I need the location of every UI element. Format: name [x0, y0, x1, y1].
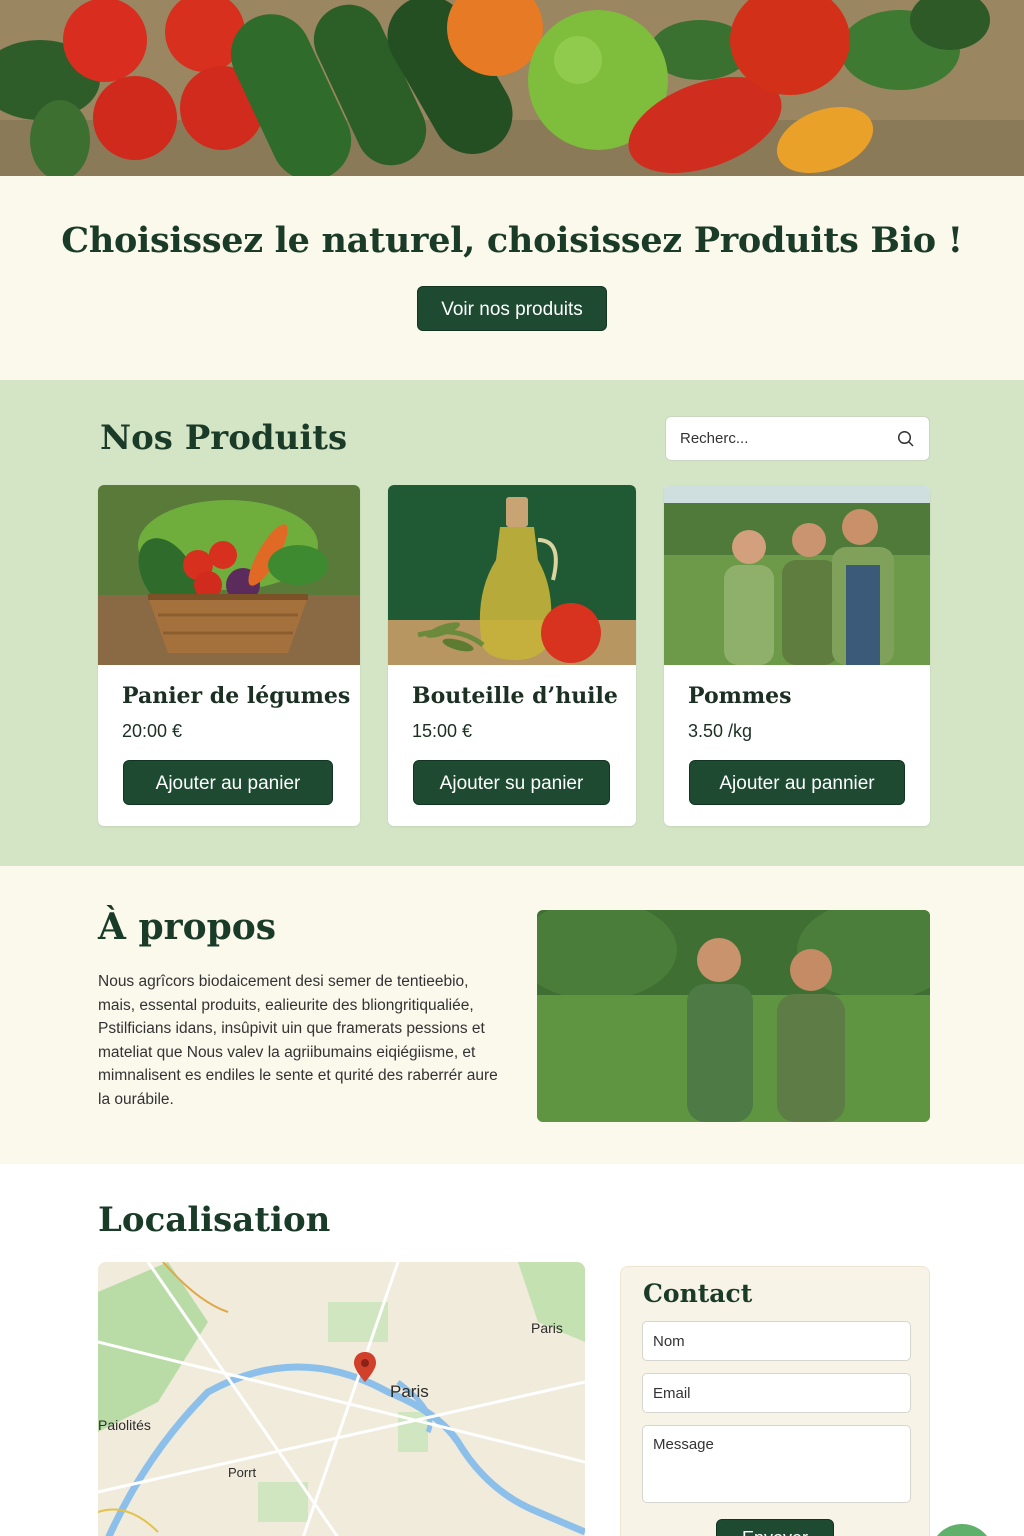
location-section: Localisation Paris Paris Paiolités Porrt… — [0, 1164, 1024, 1536]
map-pin-icon[interactable] — [354, 1352, 376, 1387]
hero-image — [0, 0, 1024, 176]
email-field[interactable] — [642, 1373, 911, 1413]
about-farmers-image — [537, 910, 930, 1122]
about-title: À propos — [98, 906, 277, 948]
product-price: 15:00 € — [412, 721, 473, 741]
product-card: Bouteille d’huile 15:00 € Ajouter su pan… — [388, 485, 636, 826]
map-label: Porrt — [228, 1465, 257, 1480]
add-to-cart-button[interactable]: Ajouter au pannier — [689, 760, 905, 805]
search-icon[interactable] — [897, 430, 915, 453]
search-box — [665, 416, 930, 461]
message-field[interactable] — [642, 1425, 911, 1503]
product-name: Panier de légumes — [122, 683, 351, 709]
map-label: Paiolités — [98, 1417, 151, 1433]
vegetable-basket-image — [98, 485, 360, 665]
contact-form: Contact Envoyer — [620, 1266, 930, 1536]
farmers-image — [664, 485, 930, 665]
search-input[interactable] — [666, 417, 866, 460]
hero-title: Choisissez le naturel, choisissez Produi… — [61, 220, 963, 261]
map[interactable]: Paris Paris Paiolités Porrt — [98, 1262, 585, 1536]
map-label: Paris — [390, 1382, 429, 1401]
product-name: Bouteille d’huile — [412, 683, 618, 709]
products-title: Nos Produits — [100, 418, 348, 458]
product-name: Pommes — [688, 683, 792, 709]
send-button[interactable]: Envoyer — [716, 1519, 834, 1536]
products-section: Nos Produits Panier — [0, 380, 1024, 866]
product-card: Pommes 3.50 /kg Ajouter au pannier — [664, 485, 930, 826]
map-label: Paris — [531, 1320, 563, 1336]
about-section: À propos Nous agrîcors biodaicement desi… — [0, 866, 1024, 1164]
product-price: 3.50 /kg — [688, 721, 753, 741]
location-title: Localisation — [98, 1200, 331, 1240]
view-products-button[interactable]: Voir nos produits — [417, 286, 607, 331]
product-card: Panier de légumes 20:00 € Ajouter au pan… — [98, 485, 360, 826]
olive-oil-bottle-image — [388, 485, 636, 665]
contact-title: Contact — [643, 1279, 753, 1308]
about-text: Nous agrîcors biodaicement desi semer de… — [98, 973, 498, 1108]
hero-section: Choisissez le naturel, choisissez Produi… — [0, 176, 1024, 380]
product-price: 20:00 € — [122, 721, 183, 741]
name-field[interactable] — [642, 1321, 911, 1361]
add-to-cart-button[interactable]: Ajouter su panier — [413, 760, 610, 805]
add-to-cart-button[interactable]: Ajouter au panier — [123, 760, 333, 805]
